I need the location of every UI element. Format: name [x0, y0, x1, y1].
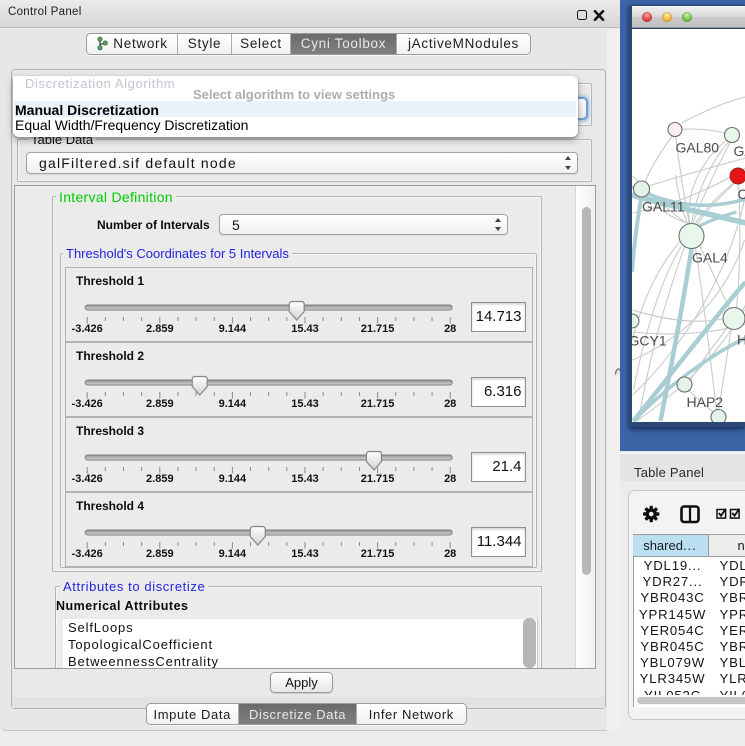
svg-text:21.715: 21.715 — [361, 473, 395, 485]
svg-text:21.715: 21.715 — [361, 398, 395, 410]
svg-text:GAL80: GAL80 — [675, 140, 719, 156]
svg-text:21.715: 21.715 — [361, 323, 395, 335]
svg-text:C: C — [737, 186, 745, 202]
svg-text:9.144: 9.144 — [219, 398, 247, 410]
svg-text:2.859: 2.859 — [146, 398, 174, 410]
svg-text:-3.426: -3.426 — [72, 473, 103, 485]
svg-text:GAL4: GAL4 — [692, 250, 728, 266]
svg-text:GCY1: GCY1 — [632, 333, 667, 349]
svg-text:GA: GA — [733, 143, 745, 159]
svg-text:-3.426: -3.426 — [72, 398, 103, 410]
svg-text:21.715: 21.715 — [361, 548, 395, 560]
svg-text:2.859: 2.859 — [146, 473, 174, 485]
svg-text:2.859: 2.859 — [146, 548, 174, 560]
svg-text:9.144: 9.144 — [219, 473, 247, 485]
svg-text:HAP2: HAP2 — [686, 394, 723, 410]
svg-text:28: 28 — [444, 323, 456, 335]
svg-text:GAL11: GAL11 — [642, 199, 685, 215]
svg-text:28: 28 — [444, 548, 456, 560]
svg-text:9.144: 9.144 — [219, 323, 247, 335]
svg-text:-3.426: -3.426 — [72, 323, 103, 335]
svg-text:2.859: 2.859 — [146, 323, 174, 335]
svg-text:-3.426: -3.426 — [72, 548, 103, 560]
svg-text:15.43: 15.43 — [291, 473, 319, 485]
svg-text:9.144: 9.144 — [219, 548, 247, 560]
svg-text:15.43: 15.43 — [291, 398, 319, 410]
svg-text:15.43: 15.43 — [291, 548, 319, 560]
svg-text:15.43: 15.43 — [291, 323, 319, 335]
svg-text:28: 28 — [444, 398, 456, 410]
svg-text:28: 28 — [444, 473, 456, 485]
svg-text:H: H — [737, 332, 745, 348]
